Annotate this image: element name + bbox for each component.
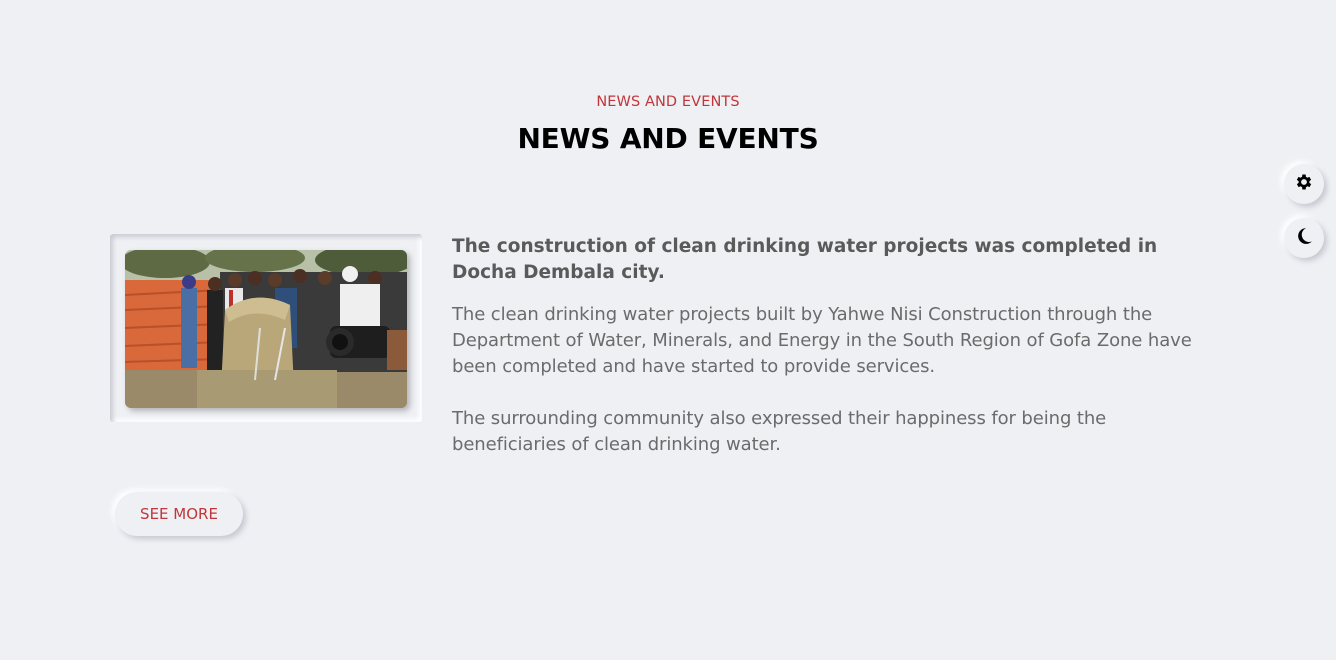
news-photo-frame [110,234,422,422]
gear-icon [1294,172,1314,196]
news-photo-image [125,250,407,408]
theme-toggle-button[interactable] [1284,218,1324,258]
section-kicker: NEWS AND EVENTS [596,94,740,110]
news-text: The construction of clean drinking water… [452,234,1222,484]
see-more-button[interactable]: SEE MORE [115,492,243,536]
settings-button[interactable] [1284,164,1324,204]
section-title: NEWS AND EVENTS [517,122,819,155]
news-body: The clean drinking water projects built … [452,302,1222,458]
moon-icon [1294,226,1314,250]
news-photo[interactable] [125,250,407,408]
news-paragraph: The surrounding community also expressed… [452,408,1107,455]
page: NEWS AND EVENTS NEWS AND EVENTS The cons… [0,0,1336,660]
news-paragraph: The clean drinking water projects built … [452,304,1192,377]
news-headline[interactable]: The construction of clean drinking water… [452,234,1222,286]
section-header: NEWS AND EVENTS NEWS AND EVENTS [0,93,1336,157]
